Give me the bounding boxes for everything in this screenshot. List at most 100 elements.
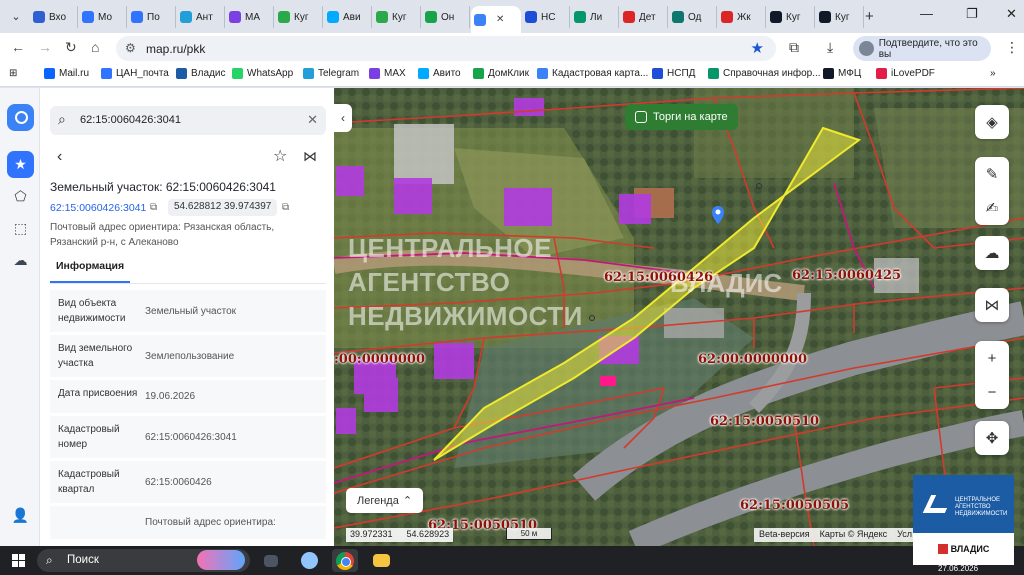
cloud-upload-icon[interactable]: ☁ (975, 236, 1009, 270)
clear-search-icon[interactable]: ✕ (307, 112, 318, 128)
browser-tab[interactable]: НС (522, 6, 570, 28)
browser-tab[interactable]: Дет (620, 6, 668, 28)
copy-number-icon[interactable]: ⧉ (150, 202, 157, 213)
favorite-star-icon[interactable]: ☆ (273, 146, 287, 166)
browser-tab[interactable]: Вхо (30, 6, 78, 28)
browser-tab[interactable]: Куг (816, 6, 864, 28)
cursor-coordinates: 39.972331 54.628923 (346, 528, 454, 542)
tab-favicon-icon (525, 11, 537, 23)
browser-tab[interactable]: МА (226, 6, 274, 28)
bookmark-item[interactable]: iLovePDF (876, 68, 935, 79)
edit-note-icon[interactable]: ✍ (975, 191, 1009, 225)
forward-arrow-icon[interactable]: → (38, 39, 52, 55)
download-icon[interactable]: ⤓ (827, 39, 833, 56)
bookmark-item[interactable]: Владис (176, 68, 226, 79)
tab-favicon-icon (82, 11, 94, 23)
tab-favicon-icon (131, 11, 143, 23)
extensions-icon[interactable]: ⧉ (789, 39, 799, 56)
tab-label: Куг (392, 11, 407, 23)
browser-tab[interactable]: Ант (177, 6, 225, 28)
close-window-icon[interactable]: ✕ (1006, 6, 1017, 22)
tab-information[interactable]: Информация (56, 260, 124, 272)
chevron-up-icon: ⌃ (402, 495, 413, 507)
info-row: Вид земельного участка Землепользование (50, 335, 326, 380)
terms-link[interactable]: Усл (897, 529, 912, 541)
bookmark-item[interactable]: Telegram (303, 68, 359, 79)
app-logo-icon[interactable] (7, 104, 34, 131)
taskbar-search[interactable]: ⌕ Поиск (37, 549, 250, 572)
cadastral-quarter-label: :00:0000000 (334, 352, 426, 367)
share-icon[interactable]: ⋈ (303, 148, 317, 165)
search-input[interactable]: ⌕ 62:15:0060426:3041 ✕ (50, 106, 326, 135)
bookmark-item[interactable]: МФЦ (823, 68, 861, 79)
search-value: 62:15:0060426:3041 (80, 114, 181, 126)
user-profile-icon[interactable]: 👤 (7, 502, 34, 529)
browser-tab[interactable]: Ли (571, 6, 619, 28)
profile-button[interactable]: Подтвердите, что это вы (853, 36, 991, 61)
bookmark-item[interactable]: Справочная инфор... (708, 68, 821, 79)
back-arrow-icon[interactable]: ← (11, 39, 25, 55)
browser-tab[interactable]: Куг (767, 6, 815, 28)
more-bookmarks-icon[interactable]: » (990, 68, 996, 79)
address-bar[interactable]: ⚙ map.ru/pkk ★ (116, 36, 776, 61)
cursor-lat: 54.628923 (406, 529, 450, 539)
apps-grid-icon[interactable]: ⊞ (9, 68, 17, 79)
search-icon: ⌕ (58, 111, 66, 127)
url-text: map.ru/pkk (146, 42, 206, 56)
beta-label[interactable]: Beta-версия (759, 529, 810, 541)
bookmark-star-icon[interactable]: ★ (751, 39, 764, 57)
bookmark-item[interactable]: Mail.ru (44, 68, 89, 79)
reload-icon[interactable]: ↻ (65, 39, 77, 56)
browser-tab[interactable]: По (128, 6, 176, 28)
bookmark-label: MAX (384, 68, 406, 79)
site-info-icon[interactable]: ⚙ (125, 41, 136, 55)
copyright-label[interactable]: Карты © Яндекс (820, 529, 888, 541)
cadastral-number-link[interactable]: 62:15:0060426:3041 (50, 202, 146, 214)
search-icon: ⌕ (46, 553, 53, 567)
file-explorer-icon[interactable] (368, 549, 394, 572)
new-tab-button[interactable]: + (865, 8, 874, 25)
minimize-icon[interactable]: — (920, 6, 933, 21)
close-tab-icon[interactable]: ✕ (496, 14, 504, 25)
info-row-key: Кадастровый номер (58, 424, 120, 450)
task-view-icon[interactable] (258, 549, 284, 572)
bookmark-item[interactable]: ЦАН_почта (101, 68, 169, 79)
bookmark-item[interactable]: ДомКлик (473, 68, 529, 79)
favorites-star-icon[interactable]: ★ (7, 151, 34, 178)
bookmark-item[interactable]: WhatsApp (232, 68, 293, 79)
browser-tab[interactable]: Ави (324, 6, 372, 28)
map-share-icon[interactable]: ⋈ (975, 288, 1009, 322)
pan-move-icon[interactable]: ✥ (975, 421, 1009, 455)
copy-coordinates-icon[interactable]: ⧉ (282, 202, 289, 213)
pencil-icon[interactable]: ✎ (975, 157, 1009, 191)
restore-icon[interactable]: ❐ (966, 6, 978, 22)
collapse-panel-chevron-icon[interactable]: ‹ (334, 104, 352, 132)
browser-tab[interactable]: Куг (373, 6, 421, 28)
browser-tab[interactable]: Од (669, 6, 717, 28)
browser-tab[interactable]: Куг (275, 6, 323, 28)
chrome-icon[interactable] (332, 549, 358, 572)
browser-tab[interactable]: Он (422, 6, 470, 28)
menu-dots-icon[interactable]: ⋮ (1005, 39, 1019, 56)
select-area-icon[interactable]: ⬚ (7, 215, 34, 242)
draw-polygon-icon[interactable]: ⬠ (7, 183, 34, 210)
legend-button[interactable]: Легенда ⌃ (346, 488, 424, 513)
bookmark-item[interactable]: Кадастровая карта... (537, 68, 648, 79)
browser-tab[interactable]: Мо (79, 6, 127, 28)
zoom-in-icon[interactable]: + (975, 341, 1009, 375)
tab-search-chevron-icon[interactable]: ⌄ (6, 7, 26, 27)
browser-tab[interactable]: ✕ (471, 6, 521, 33)
zoom-out-icon[interactable]: − (975, 375, 1009, 409)
bookmark-item[interactable]: Авито (418, 68, 461, 79)
layers-icon[interactable]: ◈ (975, 105, 1009, 139)
home-icon[interactable]: ⌂ (91, 39, 99, 55)
back-chevron-icon[interactable]: ‹ (57, 148, 62, 166)
auction-toggle[interactable]: Торги на карте (625, 104, 738, 130)
tab-favicon-icon (425, 11, 437, 23)
bookmark-item[interactable]: НСПД (652, 68, 695, 79)
bookmark-item[interactable]: MAX (369, 68, 406, 79)
windows-start-icon[interactable] (12, 554, 25, 567)
cloud-icon[interactable]: ☁ (7, 247, 34, 274)
browser-tab[interactable]: Жк (718, 6, 766, 28)
media-app-icon[interactable] (296, 549, 322, 572)
